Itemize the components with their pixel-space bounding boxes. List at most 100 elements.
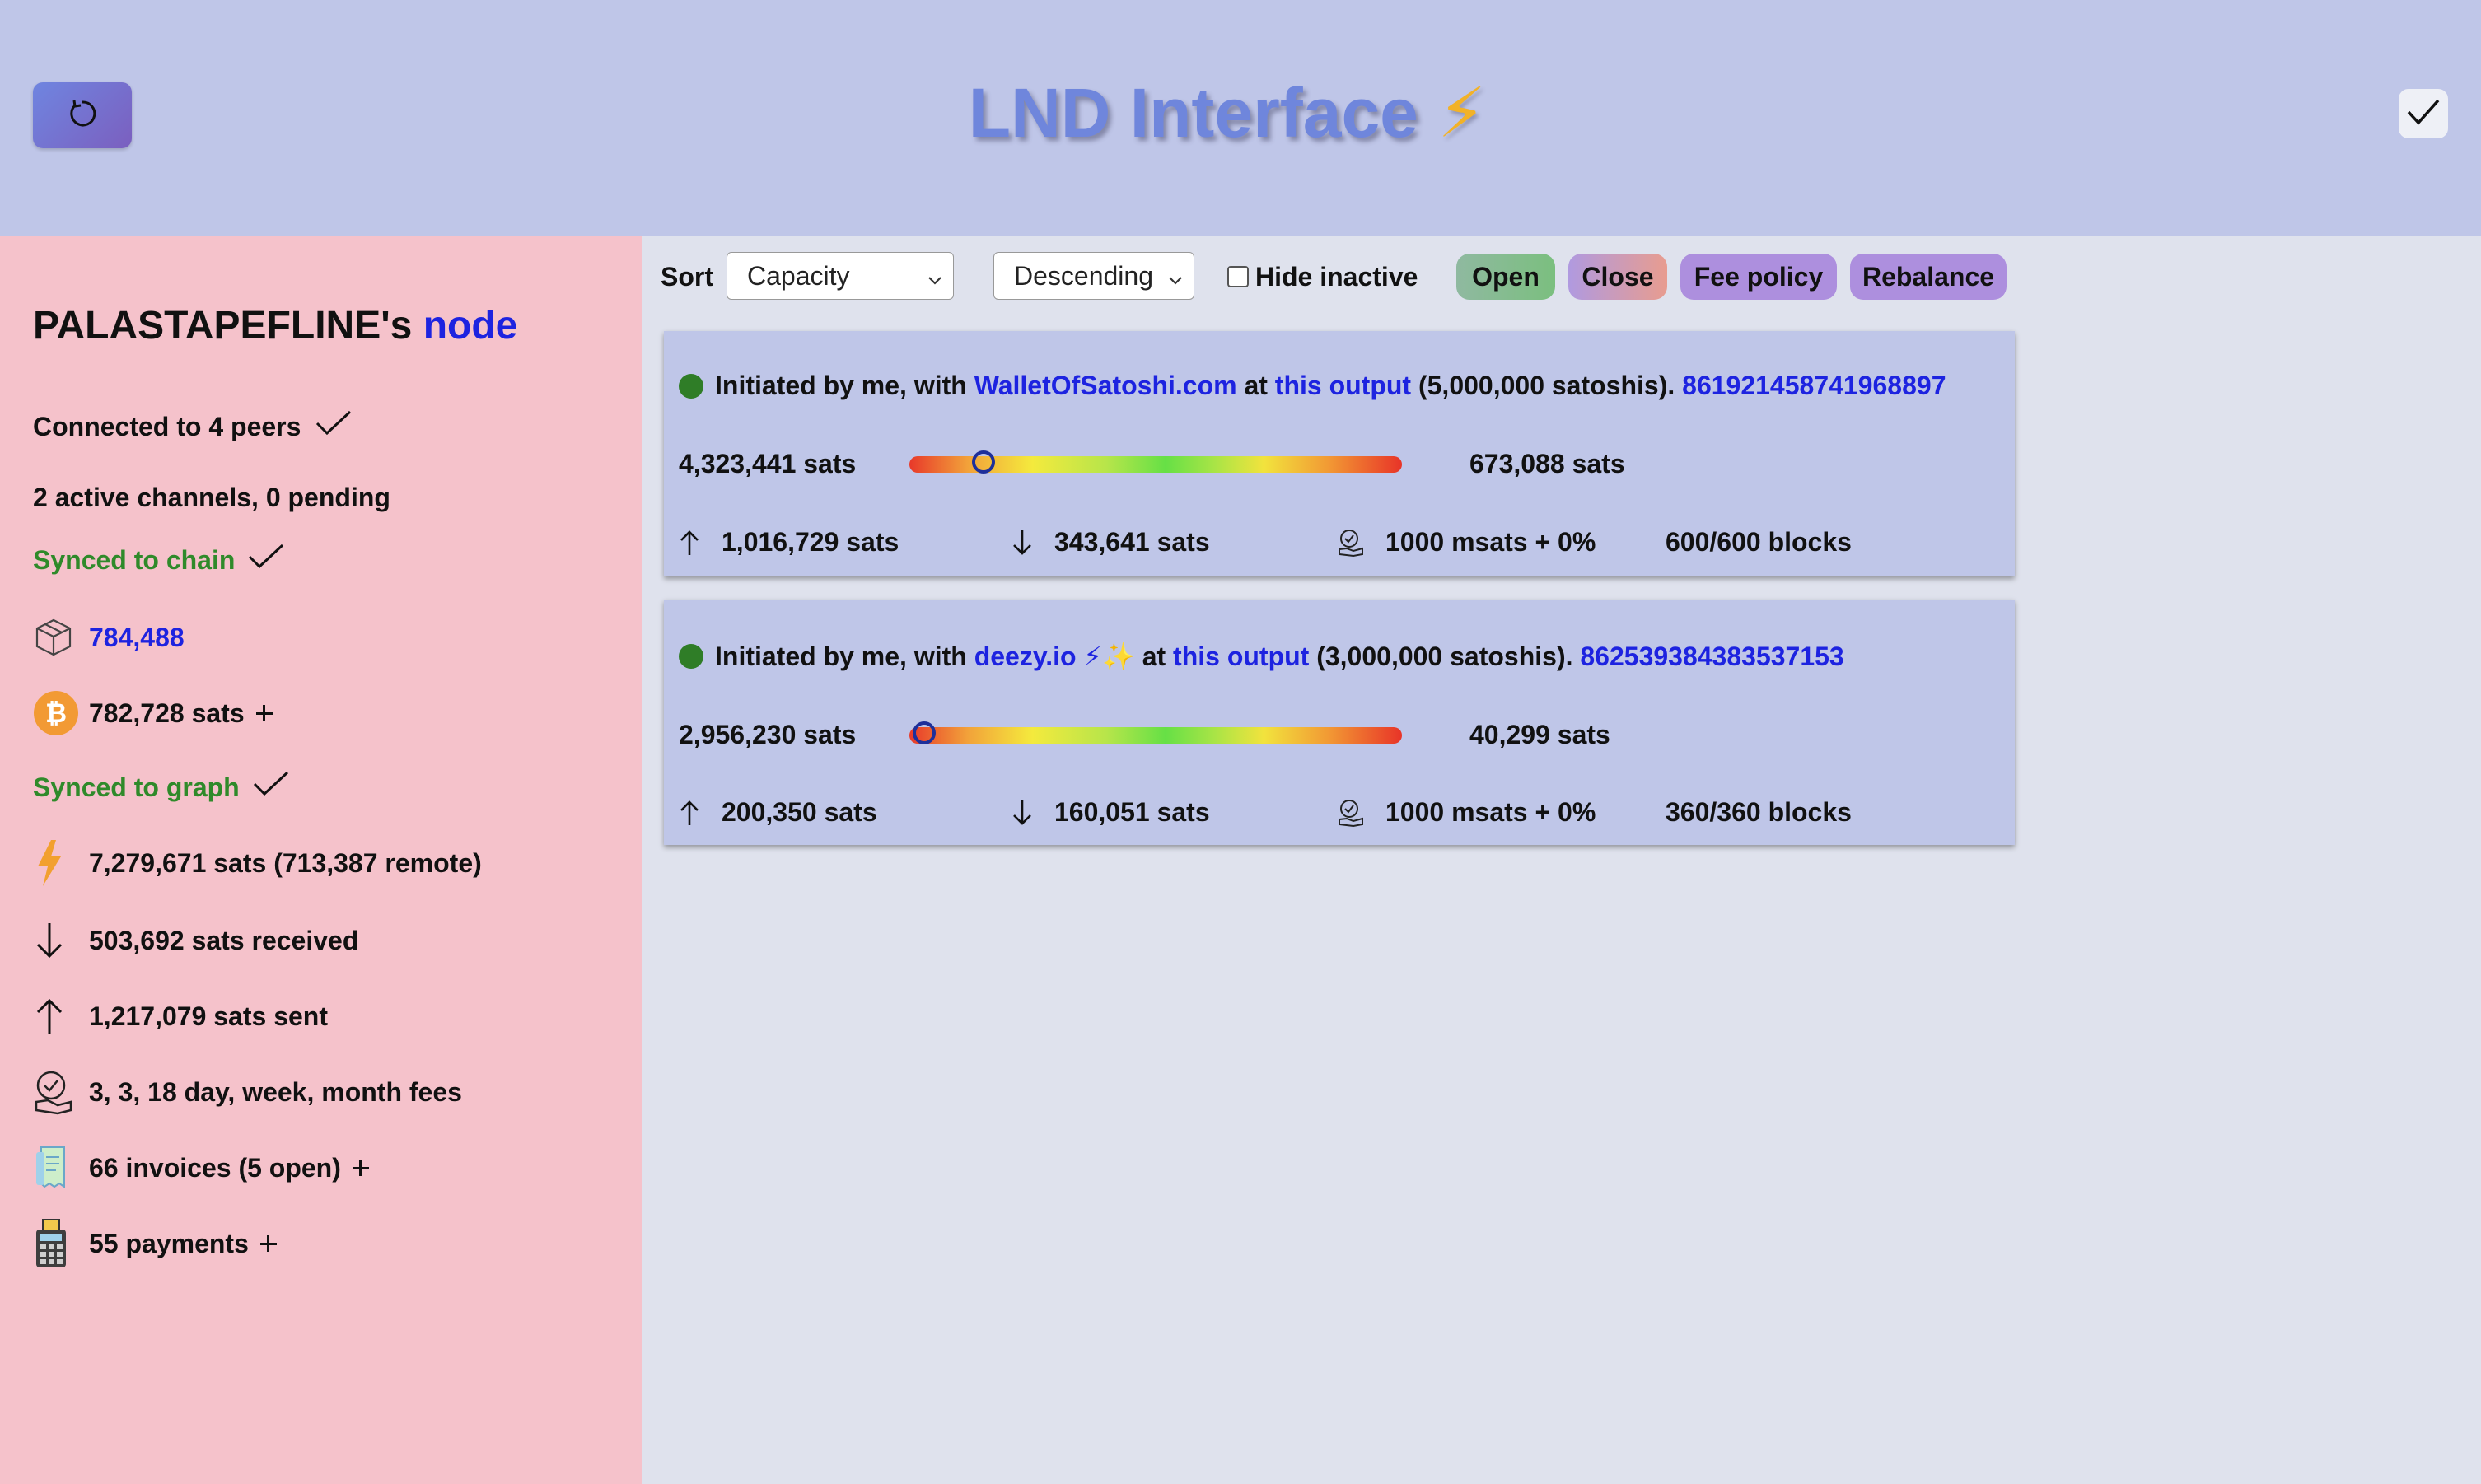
arrow-up-icon xyxy=(680,800,699,825)
lightning-balance-row: 7,279,671 sats (713,387 remote) xyxy=(33,840,482,886)
checkmark-icon xyxy=(246,542,286,578)
invoices-text: 66 invoices (5 open) xyxy=(89,1152,341,1183)
remote-balance: 40,299 sats xyxy=(1469,720,1610,749)
fees-text: 3, 3, 18 day, week, month fees xyxy=(89,1076,462,1107)
peer-link[interactable]: deezy.io ⚡✨ xyxy=(974,641,1135,672)
balance-bar xyxy=(909,721,1402,744)
checkmark-icon xyxy=(314,408,353,445)
onchain-balance-text: 782,728 sats xyxy=(89,698,245,728)
block-height-link[interactable]: 784,488 xyxy=(89,623,185,653)
node-owner: PALASTAPEFLINE's xyxy=(33,304,413,348)
fee-policy-button[interactable]: Fee policy xyxy=(1680,254,1837,300)
fee-hand-icon xyxy=(1339,799,1363,827)
sent-text: 1,217,079 sats sent xyxy=(89,1001,328,1031)
rebalance-button[interactable]: Rebalance xyxy=(1850,254,2007,300)
lightning-bolt-icon xyxy=(33,840,79,886)
sort-order-value: Descending xyxy=(1014,260,1153,291)
synced-graph-text: Synced to graph xyxy=(33,772,240,802)
channel-sent: 1,016,729 sats xyxy=(679,527,899,558)
channel-prefix: Initiated by me, with xyxy=(715,371,967,400)
sort-field-value: Capacity xyxy=(747,260,850,291)
arrow-down-icon xyxy=(1013,530,1031,555)
add-invoice-plus-icon[interactable] xyxy=(349,1156,372,1179)
channel-header: Initiated by me, with deezy.io ⚡✨ at thi… xyxy=(679,641,1844,672)
checkmark-icon xyxy=(2405,96,2441,133)
app-title: LND Interface ⚡ xyxy=(0,72,2468,153)
channel-fee-text: 1000 msats + 0% xyxy=(1385,797,1596,827)
peers-text: Connected to 4 peers xyxy=(33,411,301,441)
channels-row: 2 active channels, 0 pending xyxy=(33,483,390,513)
calculator-icon xyxy=(33,1219,79,1267)
channel-card[interactable]: Initiated by me, with WalletOfSatoshi.co… xyxy=(664,331,2015,576)
channels-text: 2 active channels, 0 pending xyxy=(33,483,390,512)
output-link[interactable]: this output xyxy=(1275,371,1411,401)
channel-card[interactable]: Initiated by me, with deezy.io ⚡✨ at thi… xyxy=(664,600,2015,845)
channel-sent-text: 200,350 sats xyxy=(722,797,877,827)
channel-capacity: (3,000,000 satoshis). xyxy=(1316,641,1573,671)
channel-capacity: (5,000,000 satoshis). xyxy=(1418,371,1675,400)
arrow-down-icon xyxy=(1013,800,1031,825)
channel-sent: 200,350 sats xyxy=(679,797,877,828)
open-channel-button[interactable]: Open xyxy=(1456,254,1555,300)
local-balance: 4,323,441 sats xyxy=(679,449,857,478)
add-payment-plus-icon[interactable] xyxy=(257,1232,280,1255)
hide-inactive-toggle[interactable]: Hide inactive xyxy=(1227,252,1418,301)
channel-received: 160,051 sats xyxy=(1012,797,1210,828)
fees-row: 3, 3, 18 day, week, month fees xyxy=(33,1069,462,1115)
node-title: PALASTAPEFLINE's node xyxy=(33,303,517,348)
status-dot-icon xyxy=(679,644,703,669)
sent-row: 1,217,079 sats sent xyxy=(33,993,328,1039)
balance-knob xyxy=(971,450,995,474)
remote-balance: 673,088 sats xyxy=(1469,449,1625,478)
hide-inactive-checkbox[interactable] xyxy=(1227,266,1249,287)
received-text: 503,692 sats received xyxy=(89,925,359,955)
synced-graph-row: Synced to graph xyxy=(33,769,291,805)
arrow-down-icon xyxy=(33,917,79,964)
sort-label: Sort xyxy=(661,261,713,292)
header-bar: LND Interface ⚡ xyxy=(0,0,2481,236)
close-channel-button[interactable]: Close xyxy=(1568,254,1667,300)
svg-text:₿: ₿ xyxy=(45,698,67,729)
channel-fee: 1000 msats + 0% xyxy=(1338,527,1596,558)
block-cube-icon xyxy=(33,614,79,660)
peer-link[interactable]: WalletOfSatoshi.com xyxy=(974,371,1237,401)
payments-text: 55 payments xyxy=(89,1228,249,1258)
channel-header: Initiated by me, with WalletOfSatoshi.co… xyxy=(679,371,1946,401)
local-balance: 2,956,230 sats xyxy=(679,720,857,749)
lightning-balance-text: 7,279,671 sats (713,387 remote) xyxy=(89,847,482,878)
sort-order-select[interactable]: Descending xyxy=(993,252,1194,300)
channel-id-link[interactable]: 862539384383537153 xyxy=(1580,642,1843,672)
channel-toolbar: Sort Capacity Descending Hide inactive O… xyxy=(659,252,2059,301)
node-sidebar: PALASTAPEFLINE's node Connected to 4 pee… xyxy=(0,236,642,1484)
synced-chain-row: Synced to chain xyxy=(33,542,286,578)
bitcoin-icon: ₿ xyxy=(33,690,79,736)
lightning-emoji: ⚡ xyxy=(1437,74,1487,152)
sort-field-select[interactable]: Capacity xyxy=(727,252,954,300)
balance-knob xyxy=(912,721,936,744)
arrow-up-icon xyxy=(680,530,699,555)
channel-fee: 1000 msats + 0% xyxy=(1338,797,1596,828)
channel-at: at xyxy=(1142,641,1166,671)
confirm-button[interactable] xyxy=(2399,89,2448,138)
synced-chain-text: Synced to chain xyxy=(33,544,236,575)
onchain-balance-row: ₿ 782,728 sats xyxy=(33,690,276,736)
app-title-text: LND Interface xyxy=(968,74,1418,152)
balance-bar xyxy=(909,450,1402,474)
channel-received-text: 343,641 sats xyxy=(1054,527,1210,557)
chevron-down-icon xyxy=(1166,266,1185,296)
fee-hand-icon xyxy=(1339,529,1363,557)
add-onchain-plus-icon[interactable] xyxy=(253,702,276,725)
chevron-down-icon xyxy=(925,266,945,296)
node-link[interactable]: node xyxy=(423,304,518,348)
checkmark-icon xyxy=(251,769,291,805)
channel-prefix: Initiated by me, with xyxy=(715,641,967,671)
channel-received-text: 160,051 sats xyxy=(1054,797,1210,827)
channel-id-link[interactable]: 861921458741968897 xyxy=(1682,371,1946,401)
received-row: 503,692 sats received xyxy=(33,917,358,964)
output-link[interactable]: this output xyxy=(1173,642,1309,672)
channel-at: at xyxy=(1244,371,1268,400)
fee-hand-icon xyxy=(33,1069,79,1115)
peers-row: Connected to 4 peers xyxy=(33,408,353,445)
channel-received: 343,641 sats xyxy=(1012,527,1210,558)
invoices-row: 66 invoices (5 open) xyxy=(33,1145,372,1191)
